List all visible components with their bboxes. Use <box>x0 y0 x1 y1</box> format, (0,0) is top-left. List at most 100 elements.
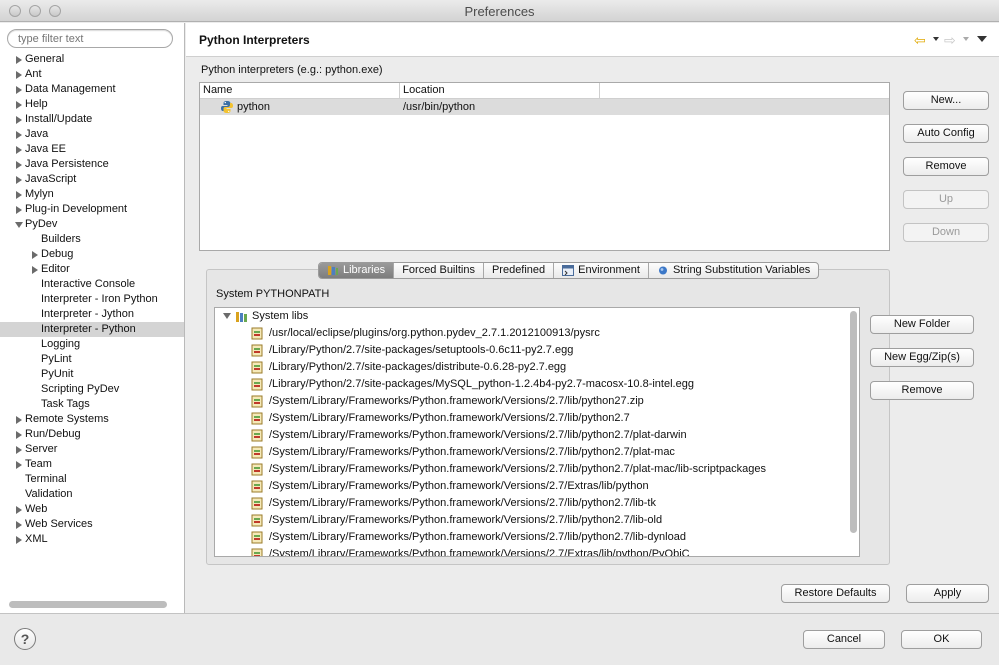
tab-predefined[interactable]: Predefined <box>484 263 555 278</box>
sidebar-item-label: Terminal <box>25 473 67 485</box>
sidebar-item[interactable]: JavaScript <box>0 172 184 187</box>
back-arrow-icon[interactable]: ⇦ <box>914 33 926 47</box>
chevron-down-icon[interactable] <box>15 222 23 228</box>
chevron-right-icon[interactable] <box>16 131 22 139</box>
sidebar-item-label: Logging <box>41 338 81 350</box>
column-header-location[interactable]: Location <box>400 83 600 99</box>
sidebar-item[interactable]: Scripting PyDev <box>0 382 184 397</box>
sidebar-item[interactable]: Team <box>0 457 184 472</box>
chevron-right-icon[interactable] <box>16 506 22 514</box>
new-egg-zip-button[interactable]: New Egg/Zip(s) <box>870 348 974 367</box>
sidebar-item[interactable]: Terminal <box>0 472 184 487</box>
sidebar-item[interactable]: Interactive Console <box>0 277 184 292</box>
sidebar-item[interactable]: Java EE <box>0 142 184 157</box>
sidebar-item-label: Web Services <box>25 518 93 530</box>
cancel-button[interactable]: Cancel <box>803 630 885 649</box>
chevron-right-icon[interactable] <box>16 101 22 109</box>
chevron-right-icon[interactable] <box>16 191 22 199</box>
remove-interpreter-button[interactable]: Remove <box>903 157 989 176</box>
sidebar-item[interactable]: Help <box>0 97 184 112</box>
new-folder-button[interactable]: New Folder <box>870 315 974 334</box>
sidebar-item-label: XML <box>25 533 48 545</box>
forward-arrow-icon[interactable]: ⇨ <box>944 33 956 47</box>
chevron-right-icon[interactable] <box>32 251 38 259</box>
sidebar-item[interactable]: Interpreter - Jython <box>0 307 184 322</box>
sidebar-item[interactable]: Web <box>0 502 184 517</box>
sidebar-item[interactable]: Builders <box>0 232 184 247</box>
chevron-right-icon[interactable] <box>16 536 22 544</box>
sidebar-item[interactable]: PyUnit <box>0 367 184 382</box>
tab-environment[interactable]: Environment <box>554 263 649 278</box>
column-header-name[interactable]: Name <box>200 83 400 99</box>
ok-button[interactable]: OK <box>901 630 982 649</box>
sidebar-item[interactable]: Validation <box>0 487 184 502</box>
chevron-right-icon[interactable] <box>16 206 22 214</box>
chevron-right-icon[interactable] <box>16 176 22 184</box>
up-button[interactable]: Up <box>903 190 989 209</box>
sidebar-item[interactable]: Server <box>0 442 184 457</box>
chevron-right-icon[interactable] <box>16 161 22 169</box>
chevron-right-icon[interactable] <box>16 461 22 469</box>
back-history-dropdown-icon[interactable] <box>933 37 939 41</box>
tab-libraries[interactable]: Libraries <box>319 263 395 278</box>
sidebar-item-label: Interpreter - Iron Python <box>41 293 158 305</box>
chevron-right-icon[interactable] <box>16 431 22 439</box>
chevron-right-icon[interactable] <box>32 266 38 274</box>
sidebar-item[interactable]: Install/Update <box>0 112 184 127</box>
sidebar-item[interactable]: Remote Systems <box>0 412 184 427</box>
tab-label: Libraries <box>343 264 386 276</box>
path-label: /Library/Python/2.7/site-packages/MySQL_… <box>269 378 694 390</box>
sidebar-item[interactable]: Java <box>0 127 184 142</box>
expand-collapse-icon[interactable] <box>223 313 231 319</box>
sidebar-item-label: Java EE <box>25 143 66 155</box>
down-button[interactable]: Down <box>903 223 989 242</box>
chevron-right-icon[interactable] <box>16 416 22 424</box>
sidebar-item[interactable]: General <box>0 52 184 67</box>
remove-path-button[interactable]: Remove <box>870 381 974 400</box>
chevron-right-icon[interactable] <box>16 56 22 64</box>
view-menu-icon[interactable] <box>977 36 987 42</box>
chevron-right-icon[interactable] <box>16 116 22 124</box>
chevron-right-icon[interactable] <box>16 521 22 529</box>
sidebar-item[interactable]: PyLint <box>0 352 184 367</box>
tab-forced-builtins[interactable]: Forced Builtins <box>394 263 484 278</box>
chevron-right-icon[interactable] <box>16 446 22 454</box>
sidebar-item[interactable]: PyDev <box>0 217 184 232</box>
column-header-empty <box>600 83 889 99</box>
sidebar-item-label: Scripting PyDev <box>41 383 120 395</box>
apply-button[interactable]: Apply <box>906 584 989 603</box>
sidebar-item[interactable]: Interpreter - Python <box>0 322 184 337</box>
sidebar-item[interactable]: Mylyn <box>0 187 184 202</box>
sidebar-item-label: Install/Update <box>25 113 93 125</box>
tab-string-substitution-variables[interactable]: String Substitution Variables <box>649 263 818 278</box>
sidebar-item[interactable]: Editor <box>0 262 184 277</box>
sidebar-item[interactable]: Interpreter - Iron Python <box>0 292 184 307</box>
sidebar-item[interactable]: XML <box>0 532 184 547</box>
restore-defaults-button[interactable]: Restore Defaults <box>781 584 890 603</box>
sidebar-item[interactable]: Task Tags <box>0 397 184 412</box>
path-label: /System/Library/Frameworks/Python.framew… <box>269 480 649 492</box>
sidebar-item-label: PyLint <box>41 353 72 365</box>
chevron-right-icon[interactable] <box>16 86 22 94</box>
sidebar-horizontal-scrollbar[interactable] <box>9 601 167 608</box>
sidebar-item[interactable]: Java Persistence <box>0 157 184 172</box>
forward-history-dropdown-icon[interactable] <box>963 37 969 41</box>
chevron-right-icon[interactable] <box>16 71 22 79</box>
sidebar-item[interactable]: Ant <box>0 67 184 82</box>
sidebar-item[interactable]: Web Services <box>0 517 184 532</box>
new-interpreter-button[interactable]: New... <box>903 91 989 110</box>
auto-config-button[interactable]: Auto Config <box>903 124 989 143</box>
sidebar-item[interactable]: Plug-in Development <box>0 202 184 217</box>
table-row[interactable]: python /usr/bin/python <box>200 99 889 115</box>
sidebar-item[interactable]: Run/Debug <box>0 427 184 442</box>
sidebar-item[interactable]: Logging <box>0 337 184 352</box>
sidebar-item[interactable]: Debug <box>0 247 184 262</box>
tab-label: Forced Builtins <box>402 264 475 276</box>
pythonpath-vertical-scrollbar[interactable] <box>850 311 857 533</box>
filter-input[interactable] <box>7 29 173 48</box>
sidebar-item[interactable]: Data Management <box>0 82 184 97</box>
help-icon[interactable]: ? <box>14 628 36 650</box>
path-label: /Library/Python/2.7/site-packages/setupt… <box>269 344 574 356</box>
jar-icon <box>251 361 263 374</box>
chevron-right-icon[interactable] <box>16 146 22 154</box>
